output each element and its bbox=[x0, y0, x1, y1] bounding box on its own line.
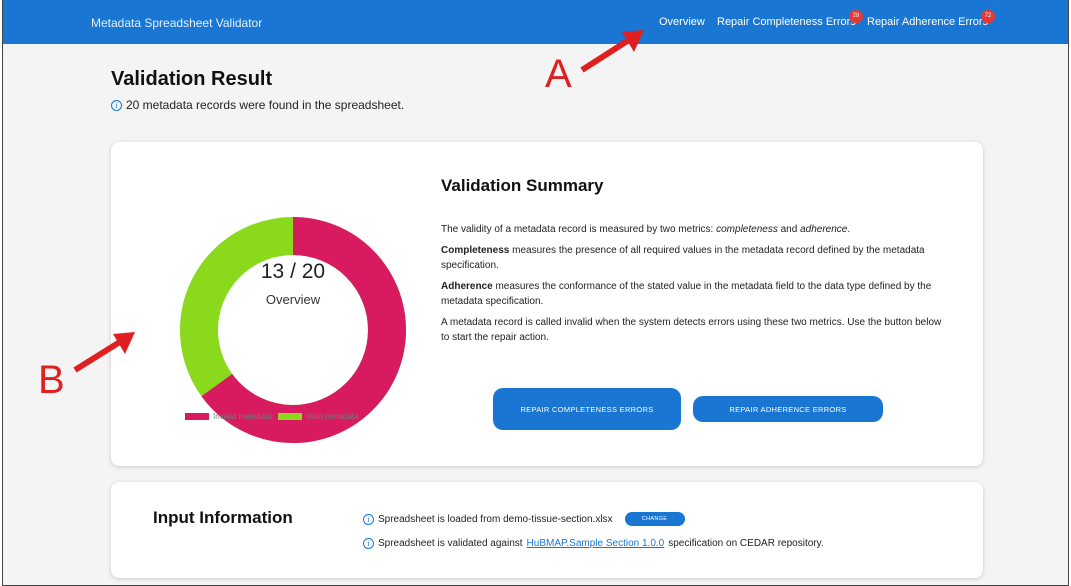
input-information-card: Input Information i Spreadsheet is loade… bbox=[111, 482, 983, 578]
nav-overview[interactable]: Overview bbox=[659, 16, 705, 28]
donut-label: Overview bbox=[265, 292, 321, 307]
legend-invalid-swatch bbox=[185, 413, 209, 420]
records-message: 20 metadata records were found in the sp… bbox=[126, 98, 405, 112]
summary-paragraph-completeness: Completeness measures the presence of al… bbox=[441, 245, 925, 271]
info-icon: i bbox=[363, 513, 374, 525]
info-icon: i bbox=[111, 99, 122, 111]
input-source-line: i Spreadsheet is loaded from demo-tissue… bbox=[363, 512, 685, 526]
nav-repair-adherence[interactable]: Repair Adherence Errors 72 bbox=[867, 10, 995, 28]
input-spec-pre: Spreadsheet is validated against bbox=[378, 538, 523, 549]
annotation-arrow-b bbox=[73, 332, 135, 373]
nav-repair-completeness-label: Repair Completeness Errors bbox=[717, 16, 856, 28]
legend-valid-label: Valid metadata bbox=[305, 412, 359, 421]
legend-valid[interactable]: Valid metadata bbox=[277, 412, 359, 421]
chart-legend: Invalid metadata Valid metadata bbox=[185, 412, 364, 421]
annotation-arrow-a bbox=[580, 30, 644, 73]
annotation-label-a: A bbox=[545, 52, 572, 96]
summary-title: Validation Summary bbox=[441, 176, 604, 195]
summary-paragraph-adherence: Adherence measures the conformance of th… bbox=[441, 281, 932, 307]
records-info: i 20 metadata records were found in the … bbox=[111, 98, 404, 112]
legend-invalid-label: Invalid metadata bbox=[213, 412, 272, 421]
info-icon: i bbox=[363, 538, 374, 549]
input-spec-line: i Spreadsheet is validated against HuBMA… bbox=[363, 538, 824, 549]
nav-repair-adherence-label: Repair Adherence Errors bbox=[867, 16, 989, 28]
input-source-text: Spreadsheet is loaded from demo-tissue-s… bbox=[378, 513, 613, 525]
annotation-label-b: B bbox=[38, 358, 65, 402]
legend-valid-swatch bbox=[277, 413, 302, 420]
summary-paragraph-metrics: The validity of a metadata record is mea… bbox=[441, 224, 851, 235]
summary-paragraph-invalid: A metadata record is called invalid when… bbox=[441, 317, 942, 343]
summary-description: The validity of a metadata record is mea… bbox=[441, 222, 951, 351]
validation-donut-chart bbox=[180, 217, 406, 443]
completeness-error-badge: 28 bbox=[849, 10, 863, 23]
app-title: Metadata Spreadsheet Validator bbox=[91, 16, 263, 30]
nav-repair-completeness[interactable]: Repair Completeness Errors 28 bbox=[717, 10, 863, 28]
donut-count: 13 / 20 bbox=[260, 260, 326, 283]
validation-summary-card: 13 / 20 Overview Invalid metadata Valid … bbox=[111, 142, 983, 466]
legend-invalid[interactable]: Invalid metadata bbox=[185, 412, 272, 421]
input-spec-post: specification on CEDAR repository. bbox=[668, 538, 824, 549]
top-app-bar: Metadata Spreadsheet Validator Overview … bbox=[3, 0, 1068, 44]
repair-completeness-button[interactable]: REPAIR COMPLETENESS ERRORS bbox=[493, 388, 681, 430]
input-title: Input Information bbox=[153, 508, 293, 527]
change-spreadsheet-button[interactable]: CHANGE bbox=[624, 512, 685, 526]
repair-adherence-button[interactable]: REPAIR ADHERENCE ERRORS bbox=[693, 396, 883, 422]
specification-link[interactable]: HuBMAP.Sample Section 1.0.0 bbox=[527, 538, 665, 549]
page-title: Validation Result bbox=[111, 68, 273, 90]
app-window: Metadata Spreadsheet Validator Overview … bbox=[2, 0, 1069, 586]
adherence-error-badge: 72 bbox=[981, 10, 995, 23]
